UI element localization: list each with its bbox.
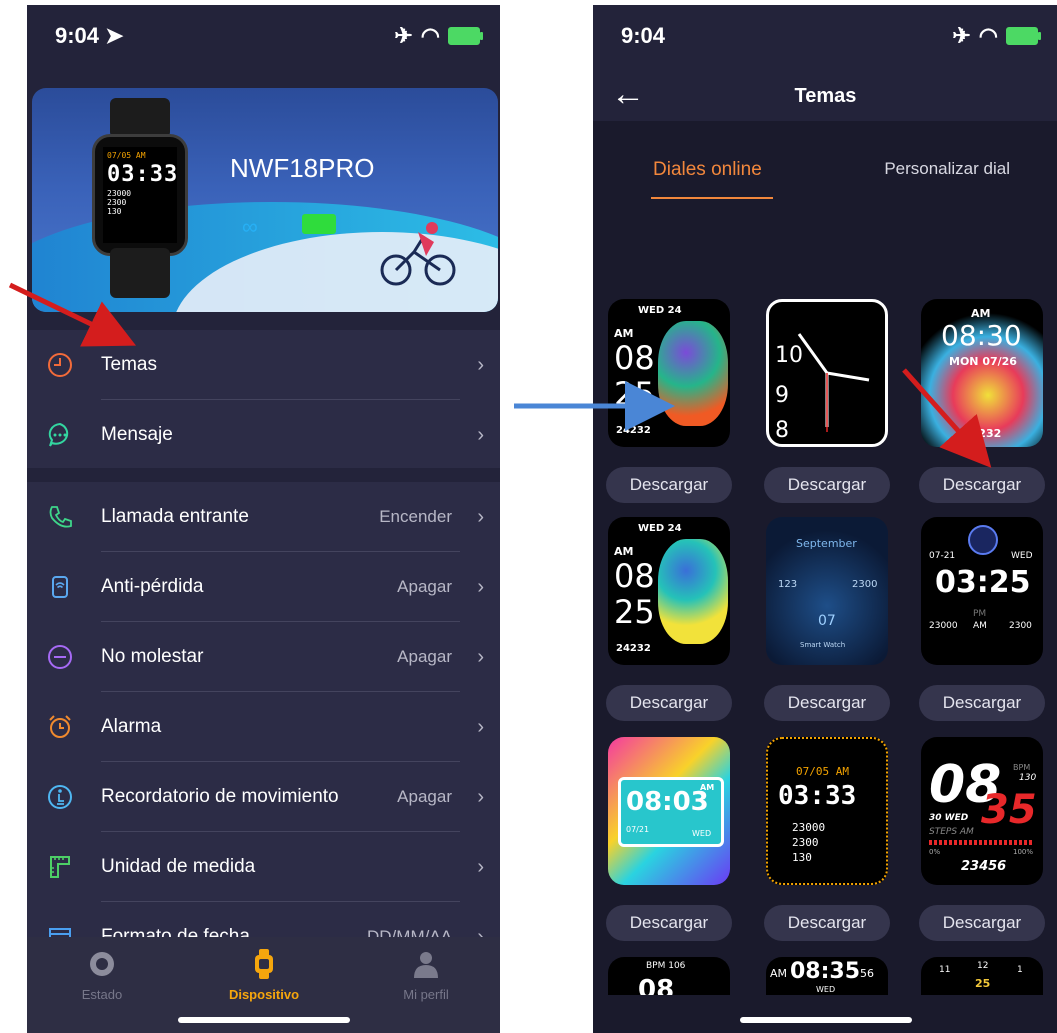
download-button[interactable]: Descargar (764, 905, 890, 941)
do-not-disturb-icon (45, 642, 75, 672)
dial-preview[interactable]: 07-21 WED 03:25 23000 PM AM 2300 (921, 517, 1043, 665)
alarm-icon (45, 712, 75, 742)
cyclist-illustration (380, 222, 456, 286)
download-button[interactable]: Descargar (606, 685, 732, 721)
chevron-right-icon: › (477, 423, 484, 446)
battery-icon (1006, 27, 1041, 45)
download-button[interactable]: Descargar (919, 905, 1045, 941)
status-icon (87, 949, 117, 979)
dial-card: 10 9 8 Descargar (763, 299, 891, 503)
home-indicator (739, 1017, 912, 1023)
menu-item-unidad-medida[interactable]: Unidad de medida › (27, 832, 500, 902)
active-tab-underline (651, 197, 773, 199)
dial-preview[interactable]: AM 08:35 56 WED (766, 957, 888, 997)
status-bar: 9:04 ✈ ◠ (593, 5, 1057, 65)
menu-item-llamada-entrante[interactable]: Llamada entrante Encender › (27, 482, 500, 552)
dial-card: 11 12 1 25 (918, 957, 1046, 997)
page-title: Temas (794, 85, 857, 107)
dial-preview[interactable]: 11 12 1 25 (921, 957, 1043, 997)
tab-diales-online[interactable]: Diales online (653, 159, 762, 181)
tab-estado[interactable]: Estado (37, 945, 167, 1002)
watch-image: 07/05 AM 03:33 23000 2300 130 (92, 98, 188, 298)
dial-preview[interactable]: 07/05 AM 03:33 23000 2300 130 (766, 737, 888, 885)
airplane-icon: ✈ (952, 23, 971, 48)
status-time: 9:04 (621, 23, 666, 48)
dial-card: 08:03 AM 07/21 WED Descargar (605, 737, 733, 941)
dial-card: 08 35 BPM 130 30 WED STEPS AM 0% 100% 23… (918, 737, 1046, 941)
dial-preview[interactable]: 08:03 AM 07/21 WED (608, 737, 730, 885)
clock-icon (45, 350, 75, 380)
battery-icon (448, 27, 483, 45)
dial-preview[interactable]: 10 9 8 (766, 299, 888, 447)
svg-text:9: 9 (775, 383, 789, 408)
chevron-right-icon: › (477, 715, 484, 738)
chevron-right-icon: › (477, 785, 484, 808)
menu-item-no-molestar[interactable]: No molestar Apagar › (27, 622, 500, 692)
phone-icon (45, 502, 75, 532)
device-battery-icon (302, 214, 336, 234)
dial-card: AM 08:30 MON 07/26 24232 Descargar (918, 299, 1046, 503)
device-banner[interactable]: 07/05 AM 03:33 23000 2300 130 NWF18PRO ∞ (32, 88, 498, 312)
airplane-icon: ✈ (394, 23, 413, 48)
svg-text:8: 8 (775, 418, 789, 443)
chevron-right-icon: › (477, 505, 484, 528)
chevron-right-icon: › (477, 855, 484, 878)
download-button[interactable]: Descargar (606, 905, 732, 941)
download-button[interactable]: Descargar (764, 467, 890, 503)
tab-mi-perfil[interactable]: Mi perfil (361, 945, 491, 1002)
download-button[interactable]: Descargar (606, 467, 732, 503)
download-button[interactable]: Descargar (919, 685, 1045, 721)
dial-card: AM 08:35 56 WED (763, 957, 891, 997)
tab-dispositivo[interactable]: Dispositivo (199, 945, 329, 1002)
wifi-icon: ◠ (420, 23, 440, 48)
menu-item-alarma[interactable]: Alarma › (27, 692, 500, 762)
wifi-icon: ◠ (978, 23, 998, 48)
bottom-tab-bar: Estado Dispositivo Mi perfil (27, 937, 500, 1033)
chevron-right-icon: › (477, 575, 484, 598)
menu-group-display: Temas › Mensaje › (27, 330, 500, 468)
menu-item-anti-perdida[interactable]: Anti-pérdida Apagar › (27, 552, 500, 622)
user-icon (411, 949, 441, 979)
connection-icon: ∞ (242, 214, 258, 239)
status-time: 9:04 ➤ (55, 23, 124, 48)
ruler-icon (45, 852, 75, 882)
activity-icon (45, 782, 75, 812)
menu-item-temas[interactable]: Temas › (27, 330, 500, 400)
watch-signal-icon (45, 572, 75, 602)
dial-preview[interactable]: AM 08:30 MON 07/26 24232 (921, 299, 1043, 447)
download-button[interactable]: Descargar (919, 467, 1045, 503)
dial-preview[interactable]: WED 24 AM 08 25 24232 (608, 299, 730, 447)
chevron-right-icon: › (477, 645, 484, 668)
nav-header: ← Temas (593, 65, 1057, 121)
dial-card: 07-21 WED 03:25 23000 PM AM 2300 Descarg… (918, 517, 1046, 721)
svg-text:10: 10 (775, 343, 803, 368)
menu-item-recordatorio[interactable]: Recordatorio de movimiento Apagar › (27, 762, 500, 832)
dial-card: BPM 106 08 (605, 957, 733, 997)
tab-personalizar-dial[interactable]: Personalizar dial (884, 159, 1010, 179)
status-bar: 9:04 ➤ ✈ ◠ (27, 5, 500, 65)
device-screen: 9:04 ➤ ✈ ◠ 07/05 AM 03:33 23000 2300 130… (27, 5, 500, 1033)
chevron-right-icon: › (477, 353, 484, 376)
home-indicator (177, 1017, 350, 1023)
dial-preview[interactable]: 08 35 BPM 130 30 WED STEPS AM 0% 100% 23… (921, 737, 1043, 885)
menu-group-settings: Llamada entrante Encender › Anti-pérdida… (27, 482, 500, 948)
dial-card: 07/05 AM 03:33 23000 2300 130 Descargar (763, 737, 891, 941)
location-icon: ➤ (105, 23, 124, 48)
message-icon (45, 420, 75, 450)
dial-grid: WED 24 AM 08 25 24232 Descargar 10 9 8 D… (593, 291, 1057, 1033)
dial-card: WED 24 AM 08 25 24232 Descargar (605, 517, 733, 721)
dial-preview[interactable]: BPM 106 08 (608, 957, 730, 997)
menu-item-mensaje[interactable]: Mensaje › (27, 400, 500, 470)
dial-tabs: Diales online Personalizar dial (593, 121, 1057, 291)
device-name: NWF18PRO (230, 153, 375, 183)
dial-preview[interactable]: September 123 2300 07 Smart Watch (766, 517, 888, 665)
themes-screen: 9:04 ✈ ◠ ← Temas Diales online Personali… (593, 5, 1057, 1033)
download-button[interactable]: Descargar (764, 685, 890, 721)
dial-preview[interactable]: WED 24 AM 08 25 24232 (608, 517, 730, 665)
dial-card: September 123 2300 07 Smart Watch Descar… (763, 517, 891, 721)
dial-card: WED 24 AM 08 25 24232 Descargar (605, 299, 733, 503)
watch-icon (249, 949, 279, 979)
